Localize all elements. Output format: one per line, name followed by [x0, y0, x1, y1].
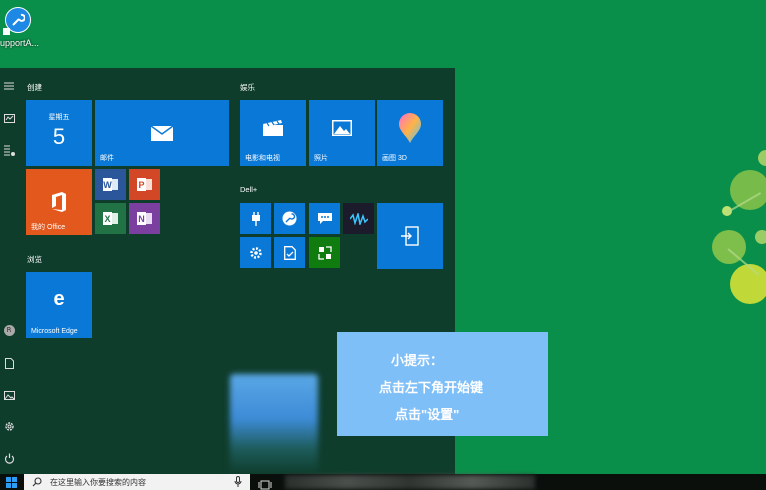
decoration-circle — [730, 264, 766, 304]
tile-dell-mobile[interactable] — [309, 237, 340, 268]
svg-text:P: P — [138, 180, 144, 190]
tile-movies-tv[interactable]: 电影和电视 — [240, 100, 306, 166]
tile-dell-power[interactable] — [240, 203, 271, 234]
tile-calendar[interactable]: 星期五 5 — [26, 100, 92, 166]
hamburger-icon[interactable] — [3, 80, 15, 92]
support-icon — [274, 203, 305, 234]
svg-text:N: N — [138, 214, 145, 224]
document-check-icon — [274, 237, 305, 268]
calendar-date: 5 — [52, 124, 66, 149]
photos-icon — [309, 100, 375, 156]
tile-mail-label: 邮件 — [100, 155, 114, 162]
tile-mail[interactable]: 邮件 — [95, 100, 229, 166]
tile-paint3d-label: 画图 3D — [382, 155, 407, 162]
taskbar-search-box[interactable]: 在这里输入你要搜索的内容 — [24, 474, 250, 490]
documents-icon[interactable] — [3, 357, 15, 369]
tile-movies-tv-label: 电影和电视 — [245, 155, 280, 162]
tile-dell-chat[interactable] — [309, 203, 340, 234]
connect-icon — [377, 203, 443, 269]
mail-icon — [95, 100, 229, 166]
desktop-icon-label: upportA... — [0, 38, 40, 48]
clapperboard-icon — [240, 100, 306, 156]
start-rail: R — [0, 68, 18, 474]
mobile-connect-icon — [309, 237, 340, 268]
tip-step-2: 点击"设置" — [395, 407, 460, 422]
tile-dell-support[interactable] — [274, 203, 305, 234]
all-apps-list-icon[interactable] — [3, 144, 15, 156]
tile-dell-audio[interactable] — [343, 203, 374, 234]
tip-box: 小提示： 点击左下角开始键 点击"设置" — [337, 332, 548, 436]
user-avatar-initial: R — [3, 324, 15, 336]
tile-paint3d[interactable]: 画图 3D — [377, 100, 443, 166]
decoration-dot — [755, 230, 766, 244]
svg-text:W: W — [103, 180, 112, 190]
group-label-browse: 浏览 — [27, 255, 42, 264]
blurred-tile-region — [230, 374, 318, 474]
svg-text:X: X — [104, 214, 110, 224]
task-view-icon[interactable] — [258, 476, 272, 490]
tip-step-1: 点击左下角开始键 — [379, 380, 484, 395]
user-avatar[interactable]: R — [3, 324, 15, 336]
tile-dell-settings[interactable] — [240, 237, 271, 268]
power-icon[interactable] — [3, 452, 15, 464]
tile-photos[interactable]: 照片 — [309, 100, 375, 166]
decoration-dot — [758, 150, 766, 166]
excel-icon: X — [95, 203, 126, 234]
group-label-create: 创建 — [27, 83, 42, 92]
settings-icon[interactable] — [3, 420, 15, 432]
tile-word[interactable]: W — [95, 169, 126, 200]
tile-dell-document[interactable] — [274, 237, 305, 268]
tile-edge[interactable]: e Microsoft Edge — [26, 272, 92, 338]
tile-excel[interactable]: X — [95, 203, 126, 234]
word-icon: W — [95, 169, 126, 200]
tile-my-office-label: 我的 Office — [31, 224, 66, 231]
paint3d-icon — [377, 100, 443, 156]
tile-powerpoint[interactable]: P — [129, 169, 160, 200]
tile-onenote[interactable]: N — [129, 203, 160, 234]
tile-photos-label: 照片 — [314, 155, 328, 162]
waves-audio-icon — [343, 203, 374, 234]
decoration-circle — [730, 170, 766, 210]
gear-icon — [240, 237, 271, 268]
tile-my-office[interactable]: 我的 Office — [26, 169, 92, 235]
plug-icon — [240, 203, 271, 234]
windows-icon[interactable] — [0, 474, 22, 490]
group-label-dell: Dell+ — [240, 185, 258, 194]
chat-icon — [309, 203, 340, 234]
blurred-taskbar-apps — [285, 475, 535, 489]
powerpoint-icon: P — [129, 169, 160, 200]
mic-icon[interactable] — [234, 476, 242, 490]
shortcut-arrow-icon — [3, 28, 10, 35]
calendar-day: 星期五 — [48, 114, 70, 121]
taskbar: 在这里输入你要搜索的内容 — [0, 474, 766, 490]
edge-icon: e — [26, 272, 92, 326]
group-label-entertainment: 娱乐 — [240, 83, 255, 92]
tile-dell-connect[interactable] — [377, 203, 443, 269]
tip-title: 小提示： — [391, 353, 444, 368]
pictures-icon[interactable] — [3, 389, 15, 401]
onenote-icon: N — [129, 203, 160, 234]
search-placeholder: 在这里输入你要搜索的内容 — [50, 478, 146, 487]
desktop-shortcut-supportassist[interactable]: upportA... — [0, 2, 48, 52]
search-icon — [32, 477, 42, 489]
tiles-view-icon[interactable] — [3, 112, 15, 124]
tile-edge-label: Microsoft Edge — [31, 328, 78, 335]
svg-text:e: e — [53, 289, 64, 309]
